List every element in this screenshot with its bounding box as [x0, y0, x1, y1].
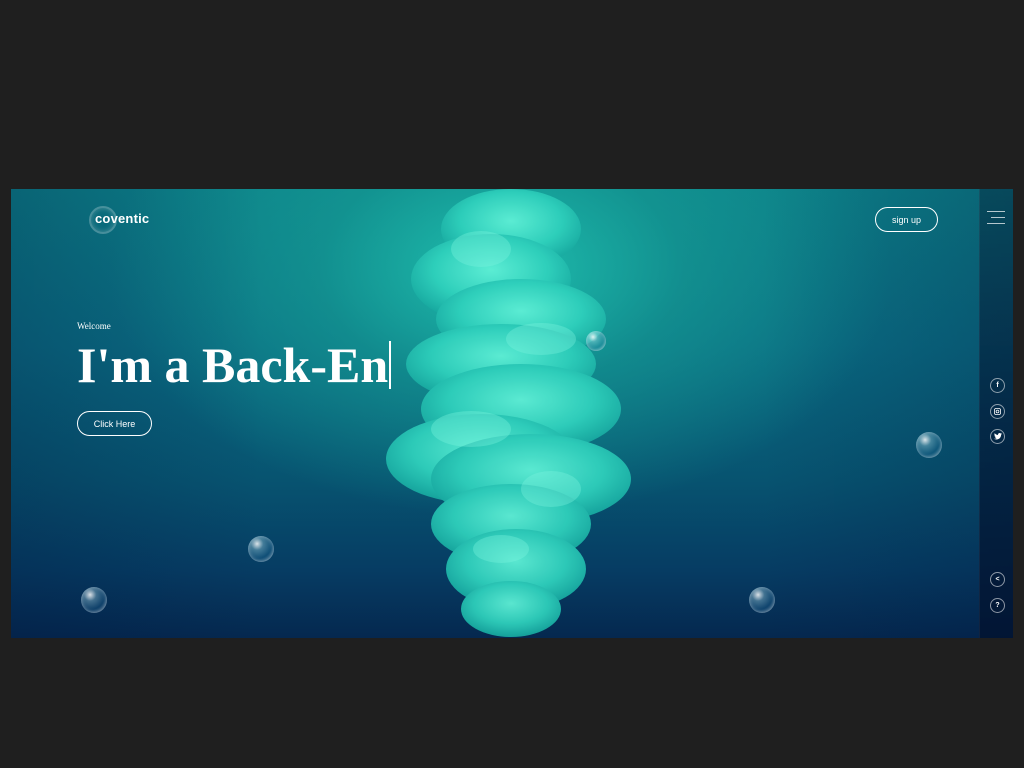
bubble-decoration: [916, 432, 942, 458]
signup-button[interactable]: sign up: [875, 207, 938, 232]
hero-headline-text: I'm a Back-En: [77, 337, 389, 393]
hero-headline: I'm a Back-En: [77, 337, 392, 393]
brand-logo[interactable]: coventic: [89, 206, 149, 234]
side-rail: f < ?: [979, 189, 1013, 638]
hamburger-menu-icon[interactable]: [987, 211, 1005, 225]
help-icon[interactable]: ?: [990, 598, 1005, 613]
bubble-decoration: [586, 331, 606, 351]
hero-section: coventic sign up Welcome I'm a Back-En C…: [11, 189, 1013, 638]
facebook-icon[interactable]: f: [990, 378, 1005, 393]
twitter-icon[interactable]: [990, 429, 1005, 444]
twitter-glyph: [993, 433, 1002, 440]
instagram-icon[interactable]: [990, 404, 1005, 419]
instagram-glyph: [994, 408, 1001, 415]
typing-cursor: [389, 341, 392, 389]
bubble-decoration: [81, 587, 107, 613]
logo-ring-icon: [89, 206, 117, 234]
click-here-button[interactable]: Click Here: [77, 411, 152, 436]
bubble-decoration: [749, 587, 775, 613]
smoke-cloud-illustration: [386, 189, 631, 637]
bubble-decoration: [248, 536, 274, 562]
hero-eyebrow: Welcome: [77, 321, 111, 331]
share-icon[interactable]: <: [990, 572, 1005, 587]
